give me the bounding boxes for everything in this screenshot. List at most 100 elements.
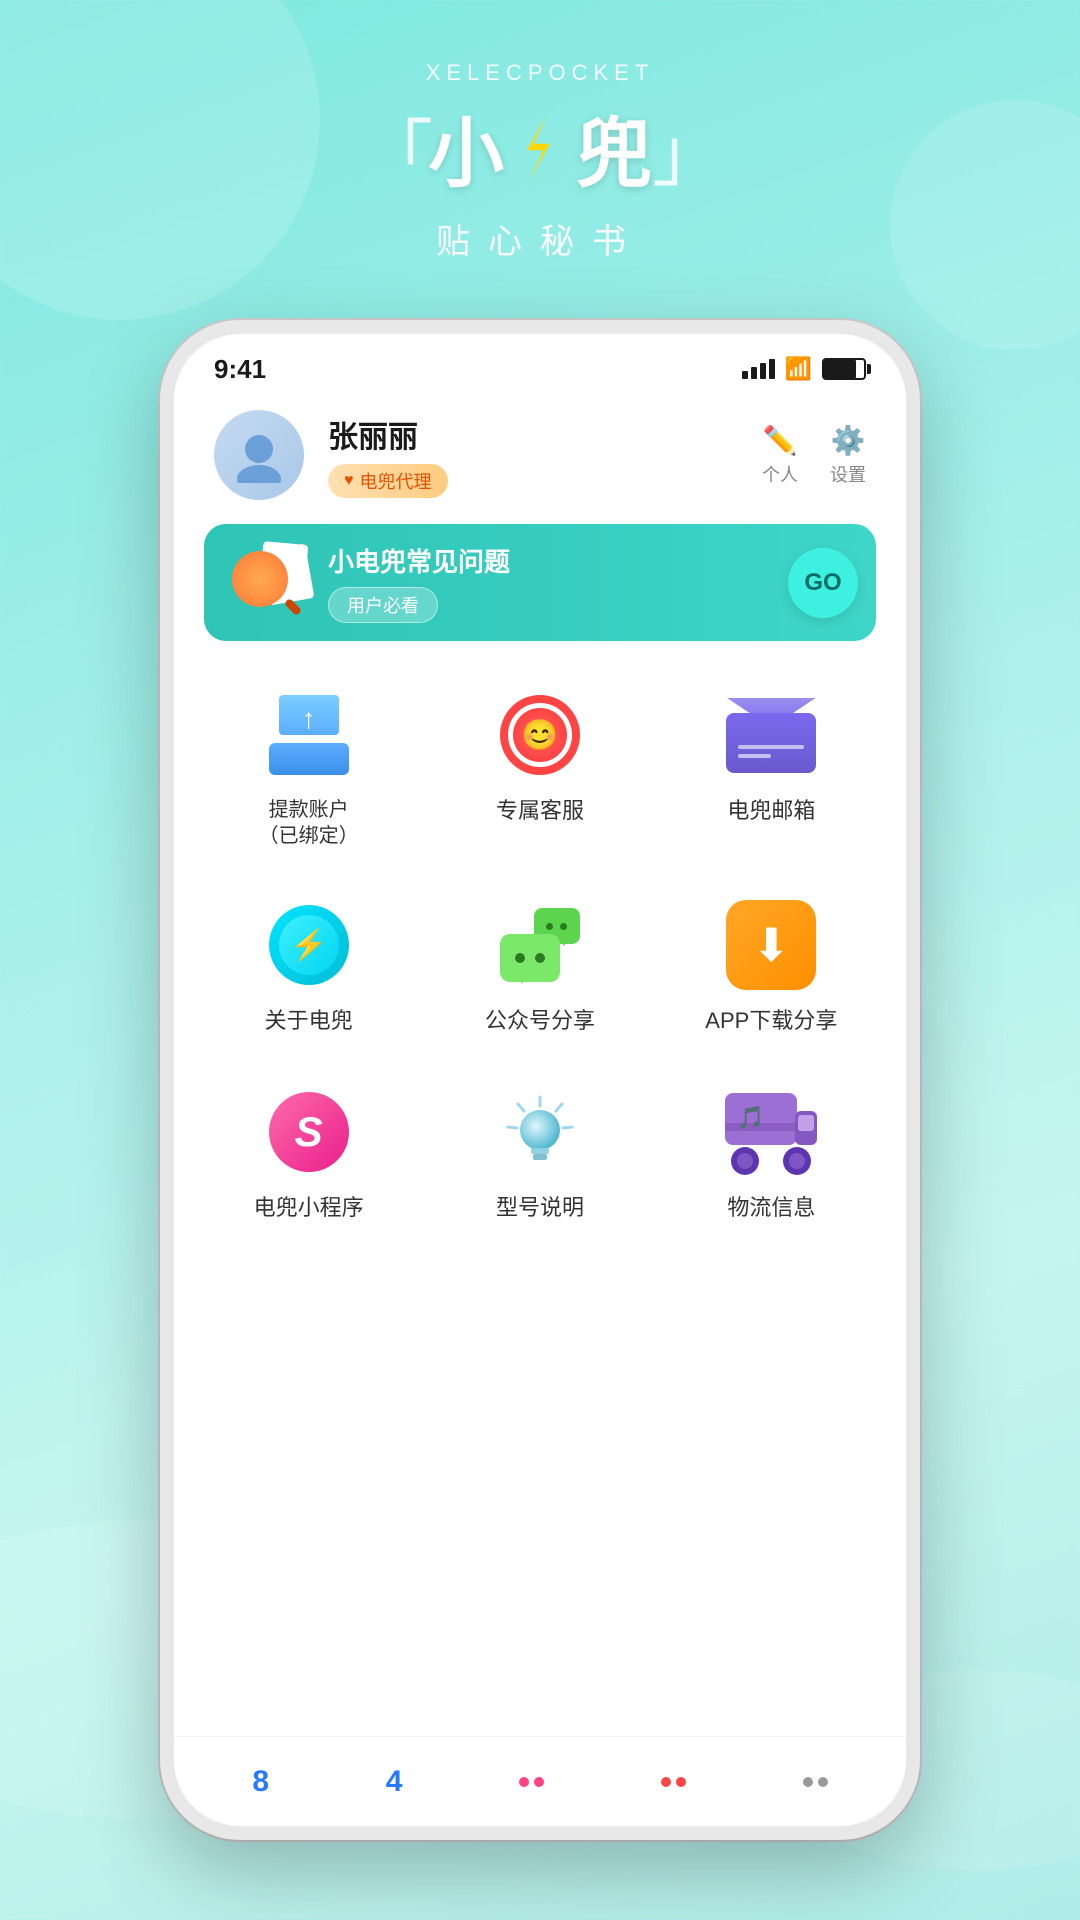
headset-smile: 😊 [521, 718, 558, 753]
settings-label: 设置 [830, 461, 866, 487]
nav-dot-3-2 [534, 1777, 544, 1787]
withdraw-base [269, 743, 349, 775]
about-icon-wrapper: ⚡ [259, 895, 359, 995]
badge-heart-icon: ♥ [344, 472, 354, 490]
logistics-svg: 🎵 [723, 1089, 819, 1175]
signal-bar-3 [760, 363, 766, 379]
mailbox-icon [726, 698, 816, 773]
phone-mockup: 9:41 📶 [160, 320, 920, 1840]
phone-inner: 9:41 📶 [174, 334, 906, 1826]
withdraw-icon: ↑ [264, 695, 354, 775]
mini-icon: S [269, 1092, 349, 1172]
badge-label: 电兜代理 [360, 468, 432, 494]
avatar [214, 410, 304, 500]
withdraw-arrow-icon: ↑ [302, 703, 316, 735]
model-icon [500, 1092, 580, 1172]
signal-bar-1 [742, 371, 748, 379]
menu-label-mailbox: 电兜邮箱 [727, 797, 815, 826]
avatar-svg [231, 427, 287, 483]
battery-icon [822, 358, 866, 380]
edit-action[interactable]: ✏️ 个人 [762, 424, 798, 487]
banner-icon [222, 543, 312, 623]
edit-label: 个人 [762, 461, 798, 487]
nav-item-2[interactable]: 4 [386, 1765, 403, 1799]
nav-dot-4-2 [676, 1777, 686, 1787]
menu-item-mini[interactable]: S 电兜小程序 [198, 1062, 419, 1239]
withdraw-top: ↑ [279, 695, 339, 735]
banner-title: 小电兜常见问题 [328, 542, 772, 579]
banner-subtitle: 用户必看 [328, 587, 438, 623]
profile-actions: ✏️ 个人 ⚙️ 设置 [762, 424, 866, 487]
phone-notch [430, 334, 650, 370]
profile-badge: ♥ 电兜代理 [328, 464, 448, 498]
svg-text:🎵: 🎵 [738, 1105, 765, 1130]
mailbox-icon-wrapper [721, 685, 821, 785]
menu-label-logistics: 物流信息 [727, 1194, 815, 1223]
mail-line-1 [738, 745, 804, 749]
about-inner: ⚡ [279, 915, 339, 975]
menu-item-withdraw[interactable]: ↑ 提款账户（已绑定） [198, 665, 419, 865]
menu-label-about: 关于电兜 [265, 1007, 353, 1036]
menu-item-mailbox[interactable]: 电兜邮箱 [661, 665, 882, 865]
mail-body [726, 713, 816, 773]
brand-subtitle: 贴心秘书 [190, 214, 890, 263]
nav-dot-5-2 [818, 1777, 828, 1787]
mail-line-2 [738, 754, 771, 758]
mini-icon-wrapper: S [259, 1082, 359, 1182]
status-time: 9:41 [214, 354, 266, 385]
banner-go-button[interactable]: GO [788, 548, 858, 618]
menu-item-wechat[interactable]: 公众号分享 [429, 875, 650, 1052]
wechat-icon-wrapper [490, 895, 590, 995]
nav-item-1[interactable]: 8 [252, 1765, 269, 1799]
menu-item-model[interactable]: 型号说明 [429, 1062, 650, 1239]
about-icon: ⚡ [269, 905, 349, 985]
signal-bar-4 [769, 359, 775, 379]
signal-bar-2 [751, 367, 757, 379]
menu-grid: ↑ 提款账户（已绑定） 😊 专属客服 [174, 665, 906, 1238]
mail-lines [738, 745, 804, 763]
wechat-eye-2 [535, 953, 545, 963]
service-icon: 😊 [500, 695, 580, 775]
nav-dot-3-1 [519, 1777, 529, 1787]
menu-item-appdown[interactable]: ⬇ APP下载分享 [661, 875, 882, 1052]
battery-fill [824, 360, 856, 378]
nav-dots-4 [661, 1777, 686, 1787]
bg-decoration-2 [890, 100, 1080, 350]
bulb-svg [500, 1092, 580, 1172]
menu-label-withdraw: 提款账户（已绑定） [259, 797, 359, 849]
menu-item-about[interactable]: ⚡ 关于电兜 [198, 875, 419, 1052]
profile-header: 张丽丽 ♥ 电兜代理 ✏️ 个人 ⚙️ 设置 [174, 390, 906, 516]
appdown-icon-wrapper: ⬇ [721, 895, 821, 995]
banner-magnify-icon [232, 551, 288, 607]
faq-banner[interactable]: 小电兜常见问题 用户必看 GO [204, 524, 876, 641]
menu-label-model: 型号说明 [496, 1194, 584, 1223]
menu-item-logistics[interactable]: 🎵 物流信息 [661, 1062, 882, 1239]
settings-icon: ⚙️ [831, 424, 866, 457]
nav-dot-5-1 [803, 1777, 813, 1787]
model-icon-wrapper [490, 1082, 590, 1182]
nav-item-3[interactable] [519, 1777, 544, 1787]
nav-item-5[interactable] [803, 1777, 828, 1787]
service-icon-wrapper: 😊 [490, 685, 590, 785]
wechat-bubble-1 [500, 934, 560, 982]
menu-label-appdown: APP下载分享 [705, 1007, 837, 1036]
nav-dot-4-1 [661, 1777, 671, 1787]
menu-item-service[interactable]: 😊 专属客服 [429, 665, 650, 865]
bracket-right: 」 [652, 95, 719, 200]
brand-title: 「 小 兜 」 [190, 92, 890, 202]
wechat-icon [500, 908, 580, 982]
settings-action[interactable]: ⚙️ 设置 [830, 424, 866, 487]
profile-info: 张丽丽 ♥ 电兜代理 [328, 412, 738, 498]
menu-label-wechat: 公众号分享 [485, 1007, 595, 1036]
bracket-left: 「 [361, 95, 428, 200]
brand-lightning-icon [508, 115, 572, 179]
withdraw-icon-wrapper: ↑ [259, 685, 359, 785]
wifi-icon: 📶 [785, 356, 812, 382]
nav-item-4[interactable] [661, 1777, 686, 1787]
logistics-icon-wrapper: 🎵 [721, 1082, 821, 1182]
nav-badge-2: 4 [386, 1765, 403, 1799]
appdown-arrow-icon: ⬇ [752, 918, 791, 972]
banner-text: 小电兜常见问题 用户必看 [328, 542, 772, 623]
mini-s-icon: S [295, 1108, 323, 1156]
nav-dots-5 [803, 1777, 828, 1787]
